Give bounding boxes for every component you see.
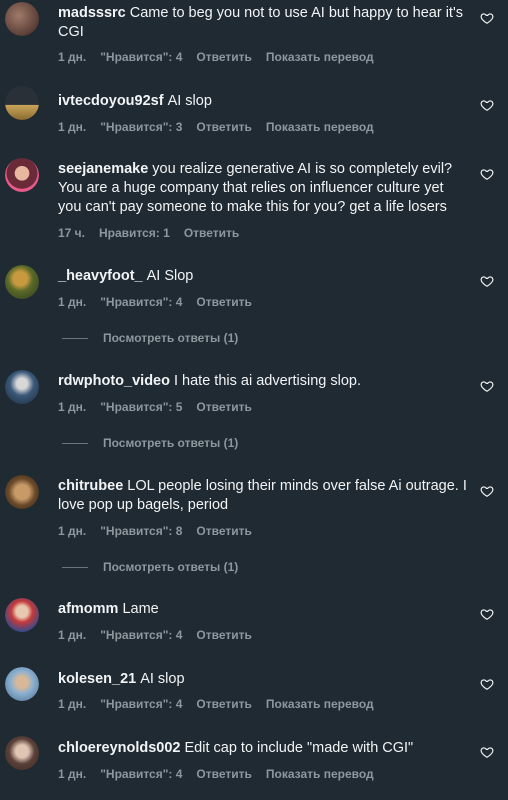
comment-time: 1 дн. [58,50,87,64]
show-translation-button[interactable]: Показать перевод [266,120,374,134]
reply-button[interactable]: Ответить [184,226,239,240]
likes-count[interactable]: "Нравится": 4 [100,50,182,64]
likes-count[interactable]: "Нравится": 8 [100,524,182,538]
reply-button[interactable]: Ответить [196,628,251,642]
avatar[interactable] [5,736,39,770]
heart-icon[interactable] [480,11,494,25]
avatar[interactable] [5,2,39,36]
comment-time: 1 дн. [58,295,87,309]
comment-text: Lame [122,601,159,617]
reply-button[interactable]: Ответить [196,50,251,64]
view-replies-label[interactable]: Посмотреть ответы (1) [103,436,238,450]
reply-button[interactable]: Ответить [196,524,251,538]
comment-body: chitrubee LOL people losing their minds o… [58,477,468,515]
show-translation-button[interactable]: Показать перевод [266,767,374,781]
replies-divider [62,337,88,339]
comment-body: ivtecdoyou92sf AI slop [58,92,468,111]
heart-icon[interactable] [480,745,494,759]
comment-meta: 1 дн. "Нравится": 4 Ответить Показать перев… [58,50,388,64]
comment-time: 1 дн. [58,628,87,642]
comment-username[interactable]: chloereynolds002 [58,740,181,756]
view-replies-button[interactable]: Посмотреть ответы (1) [62,331,238,345]
show-translation-button[interactable]: Показать перевод [266,50,374,64]
likes-count[interactable]: "Нравится": 4 [100,697,182,711]
comment-text: Edit cap to include "made with CGI" [184,740,414,756]
comment-text: AI slop [167,93,212,109]
reply-button[interactable]: Ответить [196,400,251,414]
comment-username[interactable]: _heavyfoot_ [58,268,143,284]
replies-divider [62,566,88,568]
comment-text: AI Slop [146,268,194,284]
comment-meta: 1 дн. "Нравится": 5 Ответить [58,400,266,414]
likes-count[interactable]: Нравится: 1 [99,226,170,240]
likes-count[interactable]: "Нравится": 4 [100,767,182,781]
comment-meta: 1 дн. "Нравится": 3 Ответить Показать перев… [58,120,388,134]
heart-icon[interactable] [480,607,494,621]
avatar[interactable] [5,265,39,299]
heart-icon[interactable] [480,484,494,498]
reply-button[interactable]: Ответить [196,767,251,781]
comment-body: madsssrc Came to beg you not to use AI bu… [58,4,468,42]
comment-time: 1 дн. [58,767,87,781]
comment-body: _heavyfoot_ AI Slop [58,267,468,286]
reply-button[interactable]: Ответить [196,120,251,134]
likes-count[interactable]: "Нравится": 4 [100,295,182,309]
comment-time: 17 ч. [58,226,85,240]
likes-count[interactable]: "Нравится": 3 [100,120,182,134]
comment-body: rdwphoto_video I hate this ai advertising… [58,372,468,391]
reply-button[interactable]: Ответить [196,295,251,309]
comment-username[interactable]: kolesen_21 [58,671,136,687]
avatar[interactable] [5,667,39,701]
comment-text: AI slop [140,671,185,687]
show-translation-button[interactable]: Показать перевод [266,697,374,711]
comment-meta: 17 ч. Нравится: 1 Ответить [58,226,253,240]
comment-username[interactable]: ivtecdoyou92sf [58,93,164,109]
comment-meta: 1 дн. "Нравится": 8 Ответить [58,524,266,538]
comment-time: 1 дн. [58,400,87,414]
avatar[interactable] [5,475,39,509]
heart-icon[interactable] [480,167,494,181]
view-replies-button[interactable]: Посмотреть ответы (1) [62,560,238,574]
comment-username[interactable]: afmomm [58,601,118,617]
avatar[interactable] [5,86,39,120]
comment-body: seejanemake you realize generative AI is … [58,160,468,217]
heart-icon[interactable] [480,379,494,393]
avatar[interactable] [5,370,39,404]
reply-button[interactable]: Ответить [196,697,251,711]
heart-icon[interactable] [480,677,494,691]
comment-body: afmomm Lame [58,600,468,619]
comment-meta: 1 дн. "Нравится": 4 Ответить Показать перев… [58,697,388,711]
likes-count[interactable]: "Нравится": 4 [100,628,182,642]
comment-username[interactable]: seejanemake [58,161,148,177]
comment-time: 1 дн. [58,524,87,538]
comment-time: 1 дн. [58,697,87,711]
view-replies-label[interactable]: Посмотреть ответы (1) [103,560,238,574]
likes-count[interactable]: "Нравится": 5 [100,400,182,414]
replies-divider [62,442,88,444]
comment-meta: 1 дн. "Нравится": 4 Ответить [58,295,266,309]
comment-username[interactable]: chitrubee [58,478,123,494]
comment-time: 1 дн. [58,120,87,134]
heart-icon[interactable] [480,274,494,288]
comment-body: chloereynolds002 Edit cap to include "mad… [58,739,468,758]
avatar[interactable] [5,158,39,192]
view-replies-label[interactable]: Посмотреть ответы (1) [103,331,238,345]
comment-body: kolesen_21 AI slop [58,670,468,689]
view-replies-button[interactable]: Посмотреть ответы (1) [62,436,238,450]
comment-meta: 1 дн. "Нравится": 4 Ответить Показать перев… [58,767,388,781]
comment-username[interactable]: rdwphoto_video [58,373,170,389]
comment-text: I hate this ai advertising slop. [173,373,361,389]
comment-username[interactable]: madsssrc [58,5,126,21]
comment-meta: 1 дн. "Нравится": 4 Ответить [58,628,266,642]
avatar[interactable] [5,598,39,632]
heart-icon[interactable] [480,98,494,112]
